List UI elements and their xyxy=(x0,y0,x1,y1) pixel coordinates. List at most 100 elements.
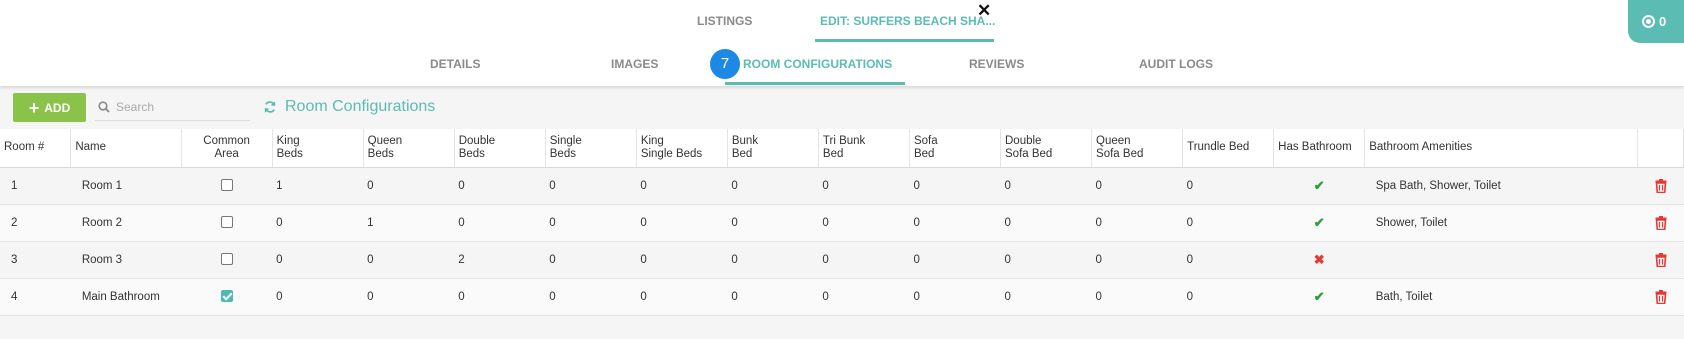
cell-common-area xyxy=(181,204,273,242)
cell-king: 0 xyxy=(272,278,364,316)
col-header[interactable]: Single Beds xyxy=(545,129,637,168)
cell-actions xyxy=(1637,167,1684,205)
cell-tri-bunk: 0 xyxy=(818,167,910,205)
plus-icon: + xyxy=(28,97,40,118)
cell-name: Main Bathroom xyxy=(70,278,182,316)
col-header[interactable]: Double Beds xyxy=(454,129,546,168)
col-header[interactable]: King Single Beds xyxy=(636,129,728,168)
col-header-actions xyxy=(1637,129,1684,168)
cell-queen-sofa: 0 xyxy=(1091,241,1183,279)
cell-bunk: 0 xyxy=(727,241,819,279)
col-header[interactable]: Has Bathroom xyxy=(1273,129,1366,168)
delete-icon[interactable] xyxy=(1655,252,1667,267)
common-area-checkbox[interactable] xyxy=(220,253,233,266)
cell-double: 0 xyxy=(454,167,546,205)
table-row[interactable]: 3 Room 3 0 0 2 0 0 0 0 0 0 0 0 ✖ xyxy=(0,241,1684,279)
cell-queen-sofa: 0 xyxy=(1091,204,1183,242)
search-input[interactable] xyxy=(116,99,241,114)
cell-has-bathroom: ✖ xyxy=(1273,241,1365,279)
cell-double: 0 xyxy=(454,204,546,242)
checkmark-icon: ✔ xyxy=(1313,177,1325,193)
col-header[interactable]: Room # xyxy=(0,129,72,168)
cell-queen: 0 xyxy=(363,278,455,316)
common-area-checkbox[interactable] xyxy=(220,216,233,229)
cell-sofa: 0 xyxy=(909,241,1001,279)
cell-common-area xyxy=(181,241,273,279)
step-badge: 7 xyxy=(710,49,740,79)
col-header[interactable]: Tri Bunk Bed xyxy=(818,129,910,168)
cell-has-bathroom: ✔ xyxy=(1273,278,1365,316)
col-header[interactable]: Queen Beds xyxy=(363,129,455,168)
cell-name: Room 2 xyxy=(70,204,182,242)
tab-reviews[interactable]: REVIEWS xyxy=(969,50,1024,78)
tab-details[interactable]: DETAILS xyxy=(430,50,480,78)
cell-queen: 0 xyxy=(363,167,455,205)
cell-common-area xyxy=(181,167,273,205)
cell-bunk: 0 xyxy=(727,167,819,205)
search-box xyxy=(95,93,250,121)
cell-tri-bunk: 0 xyxy=(818,278,910,316)
cell-king-single: 0 xyxy=(636,241,728,279)
cell-queen-sofa: 0 xyxy=(1091,167,1183,205)
delete-icon[interactable] xyxy=(1655,215,1667,230)
cell-actions xyxy=(1637,204,1684,242)
close-icon[interactable]: ✕ xyxy=(977,2,991,20)
cell-single: 0 xyxy=(545,241,637,279)
cell-king: 1 xyxy=(272,167,364,205)
cell-room-number: 1 xyxy=(0,167,71,205)
cell-name: Room 1 xyxy=(70,167,182,205)
cell-queen-sofa: 0 xyxy=(1091,278,1183,316)
cell-double-sofa: 0 xyxy=(1000,204,1092,242)
col-header[interactable]: Name xyxy=(70,129,182,168)
cell-single: 0 xyxy=(545,278,637,316)
add-button[interactable]: + ADD xyxy=(13,93,86,122)
tab-edit-listing[interactable]: EDIT: SURFERS BEACH SHA... xyxy=(820,0,995,42)
checkmark-icon: ✔ xyxy=(1313,288,1325,304)
cell-tri-bunk: 0 xyxy=(818,204,910,242)
table-row[interactable]: 4 Main Bathroom 0 0 0 0 0 0 0 0 0 0 0 ✔ Bath, Toilet xyxy=(0,278,1684,316)
room-config-table: Room # Name Common Area King Beds Queen Bed… xyxy=(0,129,1684,316)
cell-room-number: 4 xyxy=(0,278,71,316)
col-header[interactable]: Double Sofa Bed xyxy=(1000,129,1093,168)
cell-bunk: 0 xyxy=(727,204,819,242)
col-header[interactable]: Queen Sofa Bed xyxy=(1091,129,1184,168)
col-header[interactable]: Sofa Bed xyxy=(909,129,1002,168)
cell-sofa: 0 xyxy=(909,278,1001,316)
table-row[interactable]: 2 Room 2 0 1 0 0 0 0 0 0 0 0 0 ✔ Shower, Toilet xyxy=(0,204,1684,242)
col-header[interactable]: Common Area xyxy=(181,129,273,168)
add-button-label: ADD xyxy=(44,100,71,115)
tab-listings[interactable]: LISTINGS xyxy=(697,0,752,42)
search-icon xyxy=(98,100,110,113)
cell-queen: 0 xyxy=(363,241,455,279)
cell-actions xyxy=(1637,241,1684,279)
cell-trundle: 0 xyxy=(1182,204,1274,242)
tab-audit-logs[interactable]: AUDIT LOGS xyxy=(1139,50,1213,78)
tab-room-configurations[interactable]: ROOM CONFIGURATIONS xyxy=(743,50,892,78)
active-subtab-indicator xyxy=(725,82,905,85)
notifications-button[interactable]: 0 xyxy=(1628,0,1684,43)
section-title: Room Configurations xyxy=(285,98,436,115)
toolbar: + ADD Room Configurations xyxy=(0,86,1684,128)
table-row[interactable]: 1 Room 1 1 0 0 0 0 0 0 0 0 0 0 ✔ Spa Bath, Shower, Toi… xyxy=(0,167,1684,205)
col-header[interactable]: Bunk Bed xyxy=(727,129,819,168)
cell-double: 0 xyxy=(454,278,546,316)
delete-icon[interactable] xyxy=(1655,289,1667,304)
active-tab-indicator xyxy=(815,39,994,42)
cross-icon: ✖ xyxy=(1313,251,1325,267)
col-header[interactable]: King Beds xyxy=(272,129,364,168)
section-header: Room Configurations xyxy=(263,94,435,120)
delete-icon[interactable] xyxy=(1655,178,1667,193)
col-header[interactable]: Trundle Bed xyxy=(1182,129,1275,168)
cell-queen: 1 xyxy=(363,204,455,242)
cell-king-single: 0 xyxy=(636,278,728,316)
refresh-icon[interactable] xyxy=(263,100,277,114)
common-area-checkbox[interactable] xyxy=(220,290,233,303)
common-area-checkbox[interactable] xyxy=(220,179,233,192)
cell-double-sofa: 0 xyxy=(1000,278,1092,316)
table-header-row: Room # Name Common Area King Beds Queen Bed… xyxy=(0,129,1684,168)
tab-images[interactable]: IMAGES xyxy=(611,50,658,78)
col-header[interactable]: Bathroom Amenities xyxy=(1364,129,1639,168)
cell-trundle: 0 xyxy=(1182,241,1274,279)
cell-double-sofa: 0 xyxy=(1000,241,1092,279)
cell-has-bathroom: ✔ xyxy=(1273,204,1365,242)
